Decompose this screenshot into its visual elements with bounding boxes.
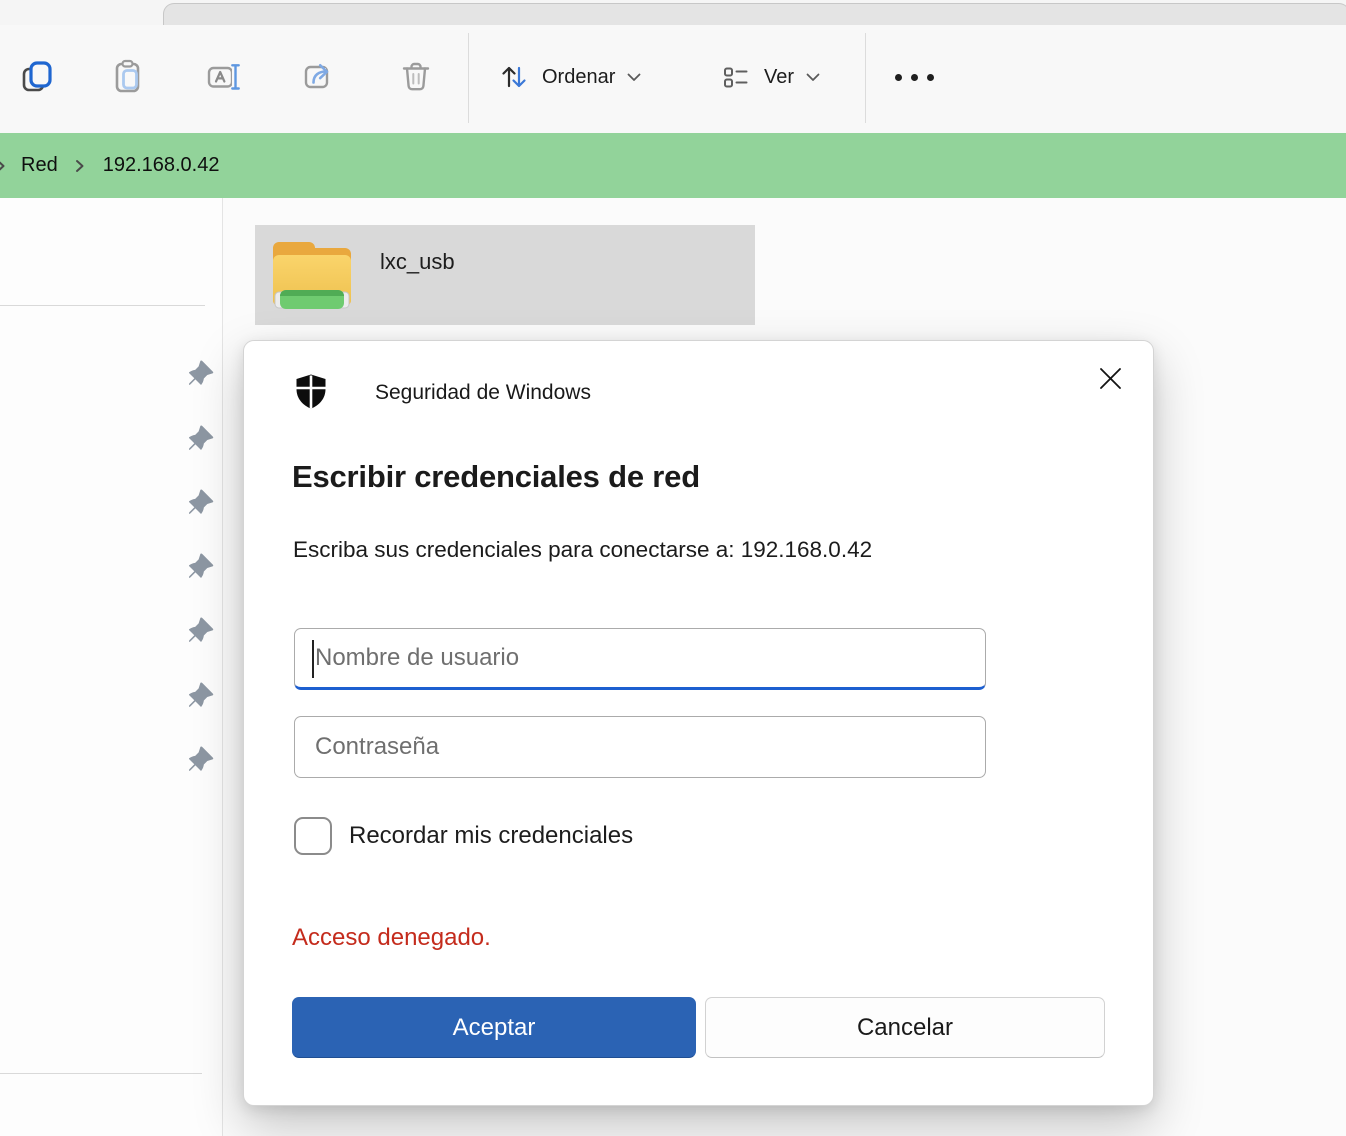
view-button[interactable]: Ver (720, 41, 820, 113)
sidebar-divider (0, 305, 205, 306)
sort-label: Ordenar (542, 66, 615, 89)
trash-icon (396, 57, 436, 97)
cancel-button[interactable]: Cancelar (705, 997, 1105, 1058)
toolbar-separator (865, 33, 866, 123)
remember-credentials-checkbox[interactable] (294, 817, 332, 855)
pin-icon (189, 682, 215, 708)
sidebar-divider (0, 1073, 202, 1074)
pin-icon (189, 360, 215, 386)
dialog-app-title: Seguridad de Windows (375, 381, 591, 405)
chevron-down-icon (627, 73, 641, 82)
pinned-item[interactable] (189, 553, 215, 579)
pinned-item[interactable] (189, 617, 215, 643)
pin-icon (189, 746, 215, 772)
pinned-item[interactable] (189, 425, 215, 451)
navigation-pane (0, 198, 222, 1136)
folder-icon (267, 234, 357, 318)
share-icon (300, 57, 340, 97)
sort-button[interactable]: Ordenar (498, 41, 641, 113)
folder-name: lxc_usb (380, 249, 455, 275)
tab-strip (0, 0, 1346, 25)
rename-icon (204, 57, 244, 97)
close-button[interactable] (1090, 358, 1130, 398)
toolbar-separator (468, 33, 469, 123)
chevron-right-icon[interactable] (73, 158, 87, 174)
error-message: Acceso denegado. (292, 924, 491, 952)
copy-button[interactable] (9, 41, 65, 113)
copy-icon (17, 57, 57, 97)
pinned-item[interactable] (189, 489, 215, 515)
pin-icon (189, 553, 215, 579)
paste-button[interactable] (100, 41, 156, 113)
pinned-item[interactable] (189, 360, 215, 386)
delete-button[interactable] (388, 41, 444, 113)
pinned-item[interactable] (189, 746, 215, 772)
windows-security-dialog: Seguridad de Windows Escribir credencial… (243, 340, 1154, 1106)
text-caret (312, 640, 314, 678)
chevron-down-icon (806, 73, 820, 82)
breadcrumb-item-host[interactable]: 192.168.0.42 (103, 154, 220, 177)
more-options-button[interactable] (886, 41, 942, 113)
ok-button[interactable]: Aceptar (292, 997, 696, 1058)
share-button[interactable] (292, 41, 348, 113)
pinned-item[interactable] (189, 682, 215, 708)
folder-item-lxc-usb[interactable]: lxc_usb (255, 225, 755, 325)
chevron-right-icon (0, 157, 9, 175)
view-label: Ver (764, 66, 794, 89)
explorer-toolbar: Ordenar Ver (0, 25, 1346, 134)
ellipsis-icon (895, 74, 934, 81)
pin-icon (189, 425, 215, 451)
paste-icon (108, 57, 148, 97)
dialog-subtitle: Escriba sus credenciales para conectarse… (293, 537, 872, 563)
dialog-title: Escribir credenciales de red (292, 459, 700, 495)
remember-credentials-label: Recordar mis credenciales (349, 822, 633, 850)
address-bar[interactable]: Red 192.168.0.42 (0, 133, 1346, 198)
pin-icon (189, 489, 215, 515)
windows-security-shield-icon (294, 373, 328, 412)
breadcrumb-item-red[interactable]: Red (21, 154, 58, 177)
password-input[interactable] (294, 716, 986, 778)
view-icon (720, 61, 752, 93)
username-input[interactable] (294, 628, 986, 690)
close-icon (1099, 367, 1122, 390)
sort-icon (498, 61, 530, 93)
pin-icon (189, 617, 215, 643)
rename-button[interactable] (196, 41, 252, 113)
